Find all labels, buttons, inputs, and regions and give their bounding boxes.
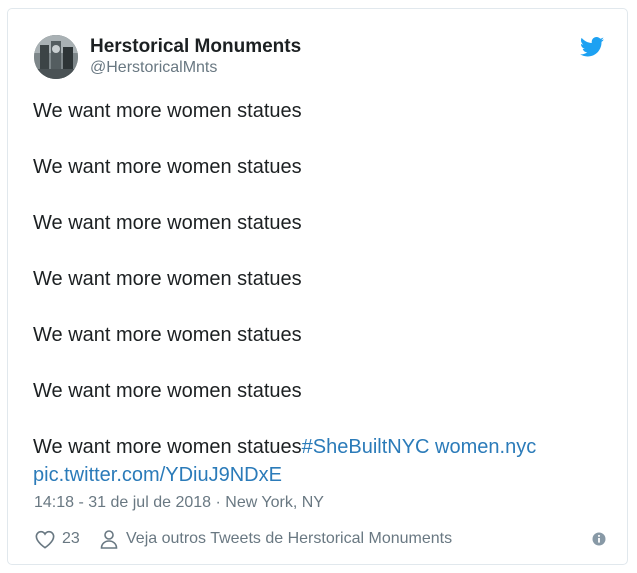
more-tweets-label: Veja outros Tweets de Herstorical Monume… [126, 530, 453, 547]
tweet-line: We want more women statues [33, 436, 302, 458]
info-icon[interactable] [592, 532, 606, 546]
meta-separator: · [215, 494, 221, 511]
tweet-line: We want more women statues [33, 212, 302, 234]
like-count: 23 [62, 530, 80, 547]
tweet-line: We want more women statues [33, 324, 302, 346]
more-tweets-link[interactable]: Veja outros Tweets de Herstorical Monume… [100, 529, 452, 549]
tweet-line: We want more women statues [33, 156, 302, 178]
author-handle[interactable]: @HerstoricalMnts [90, 59, 217, 77]
tweet-card[interactable]: Herstorical Monuments @HerstoricalMnts W… [7, 8, 628, 565]
hashtag-link[interactable]: #SheBuiltNYC [302, 436, 430, 458]
tweet-line: We want more women statues [33, 100, 302, 122]
avatar[interactable] [34, 35, 78, 79]
twitter-bird-icon[interactable] [580, 37, 604, 57]
tweet-line: We want more women statues [33, 268, 302, 290]
avatar-image [34, 35, 78, 79]
heart-icon [35, 530, 55, 549]
tweet-line: We want more women statues [33, 380, 302, 402]
tweet-actions: 23 Veja outros Tweets de Herstorical Mon… [34, 529, 606, 551]
tweet-header: Herstorical Monuments @HerstoricalMnts [34, 35, 604, 83]
person-icon [100, 530, 118, 549]
tweet-location[interactable]: New York, NY [225, 494, 324, 511]
tweet-timestamp[interactable]: 14:18 - 31 de jul de 2018 [34, 494, 211, 511]
url-link[interactable]: women.nyc [435, 436, 536, 458]
author-name[interactable]: Herstorical Monuments [90, 36, 301, 58]
tweet-text: We want more women statues We want more … [33, 97, 593, 489]
like-button[interactable]: 23 [34, 529, 80, 549]
tweet-last-line: We want more women statues#SheBuiltNYC w… [33, 433, 593, 489]
tweet-meta: 14:18 - 31 de jul de 2018 · New York, NY [34, 494, 324, 512]
pic-link[interactable]: pic.twitter.com/YDiuJ9NDxE [33, 464, 282, 486]
